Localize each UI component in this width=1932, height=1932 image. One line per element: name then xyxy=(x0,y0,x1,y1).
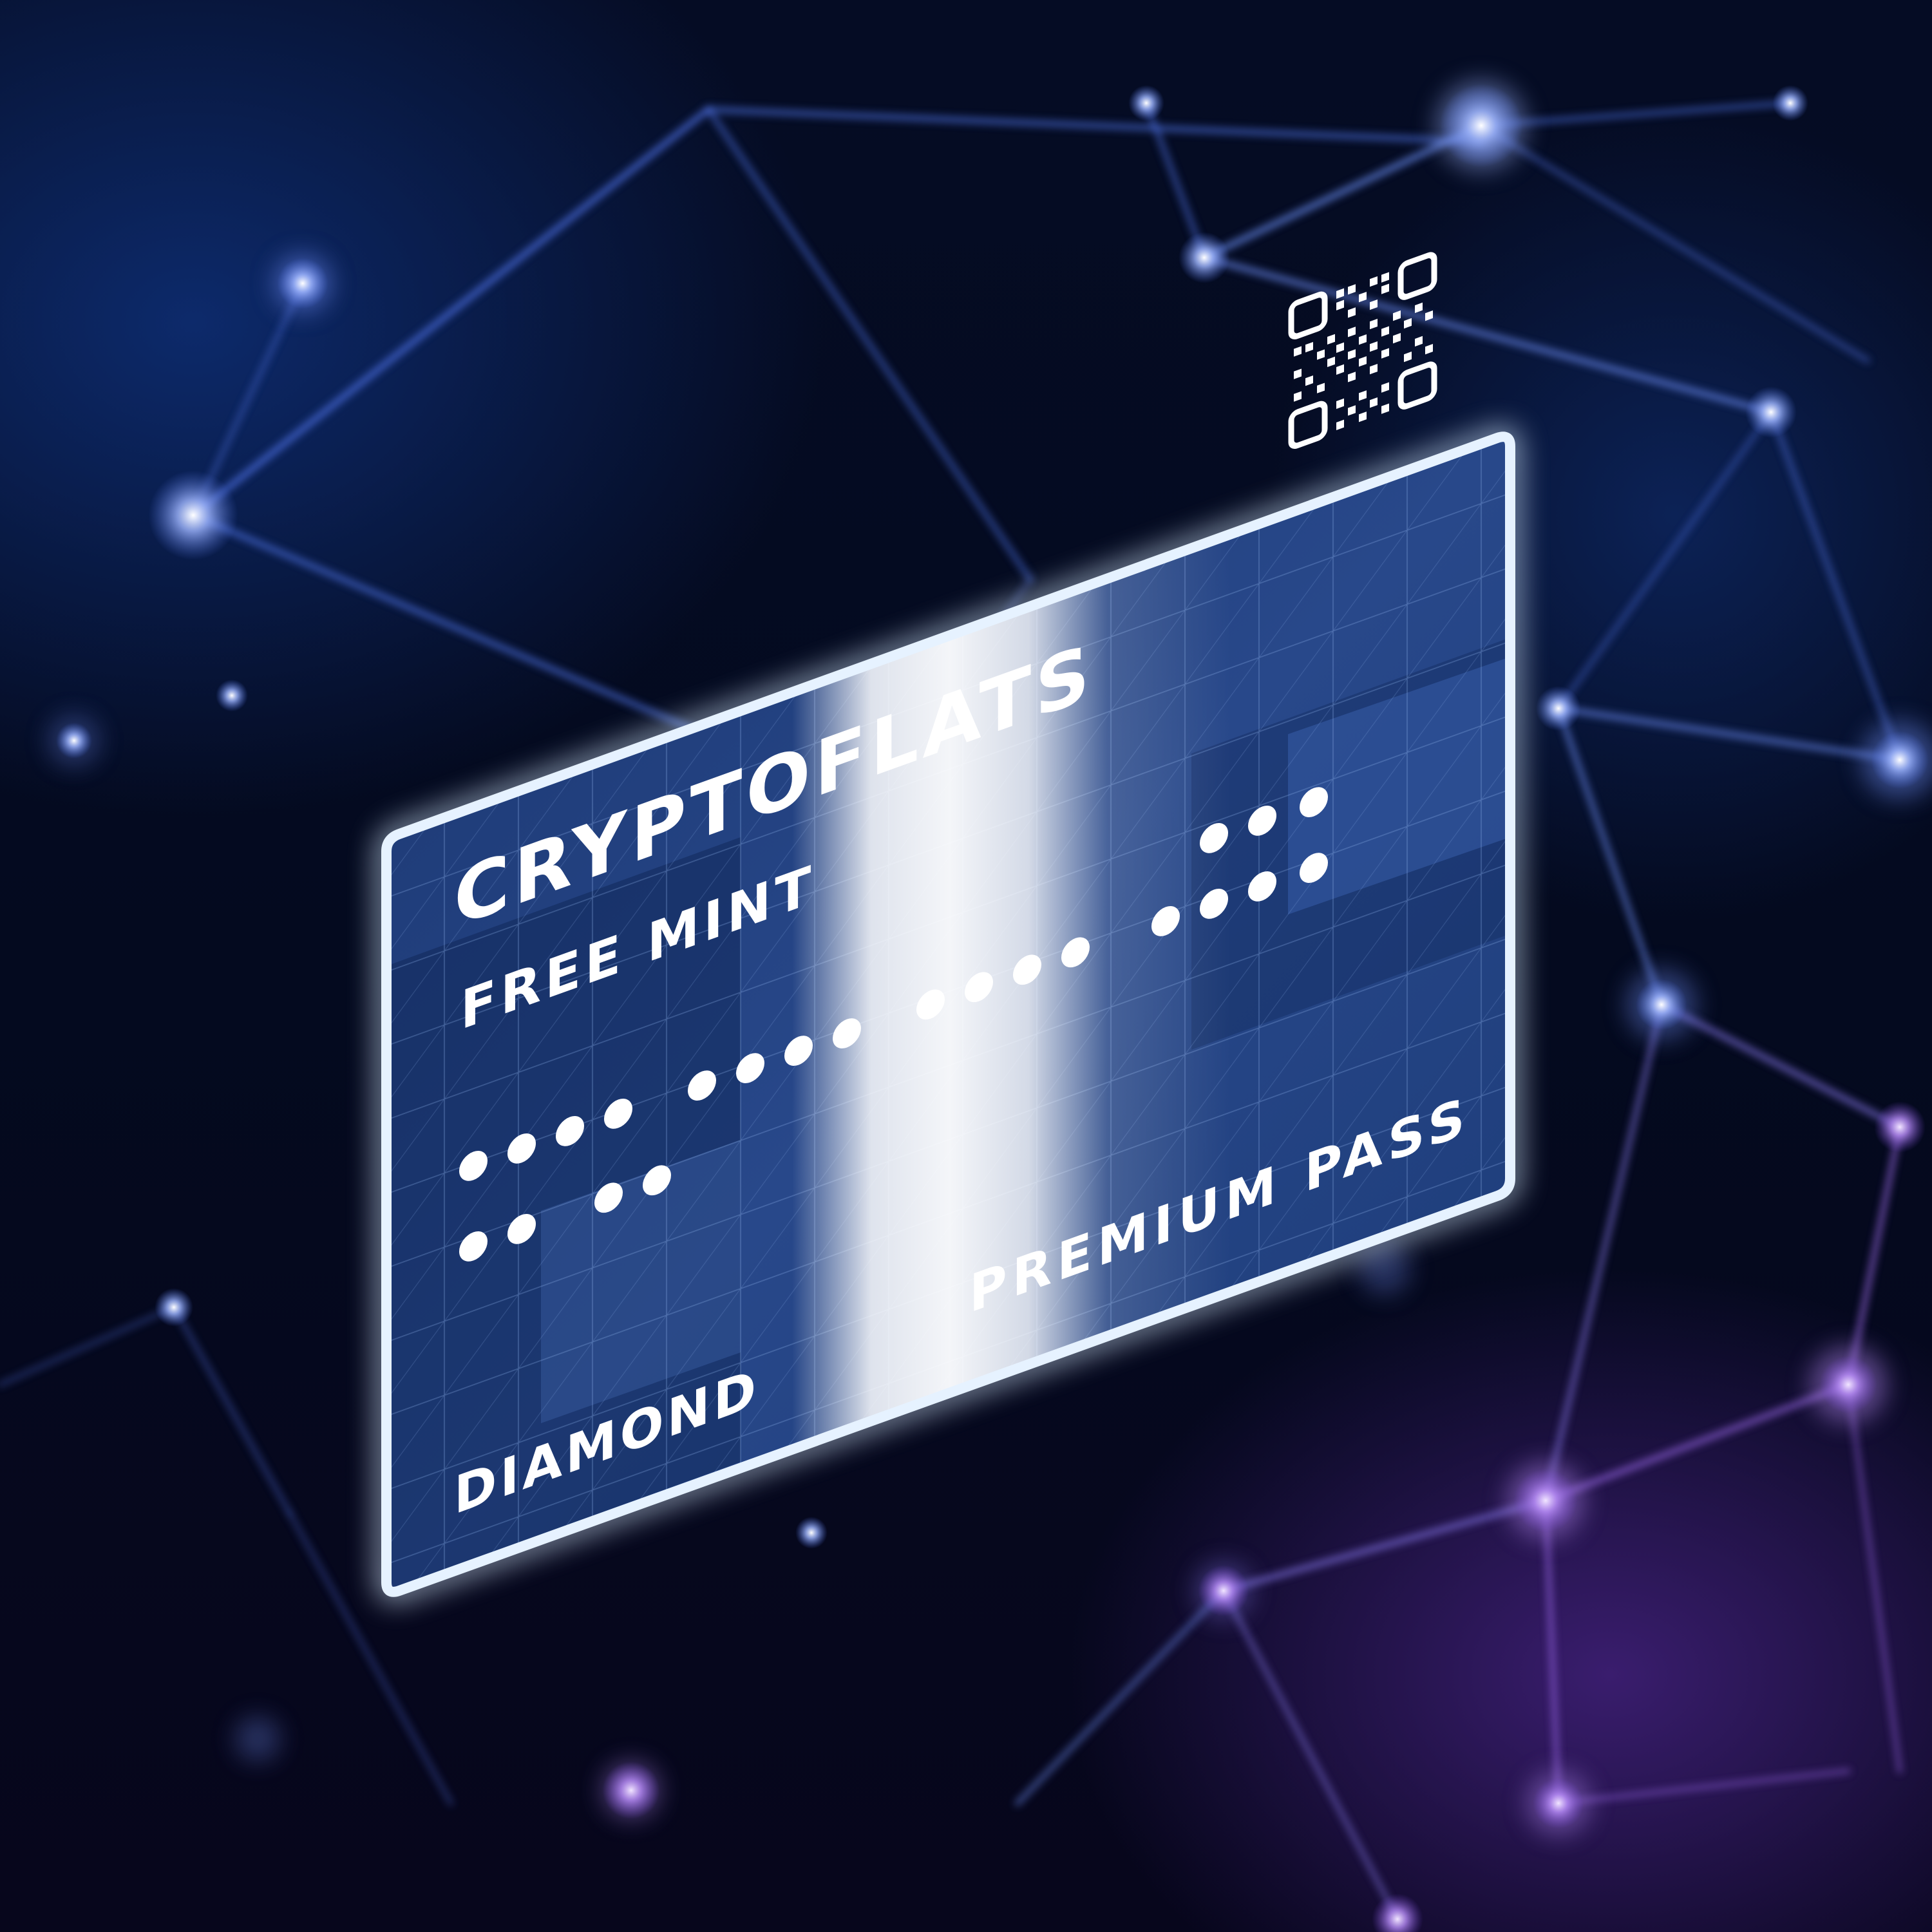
qr-code-icon xyxy=(1288,252,1437,450)
scene: CRYPTOFLATS FREE MINT DIAMOND PREMIUM PA… xyxy=(0,0,1932,1932)
holographic-sheen xyxy=(386,437,1510,1592)
premium-pass-card: CRYPTOFLATS FREE MINT DIAMOND PREMIUM PA… xyxy=(377,252,1520,1602)
